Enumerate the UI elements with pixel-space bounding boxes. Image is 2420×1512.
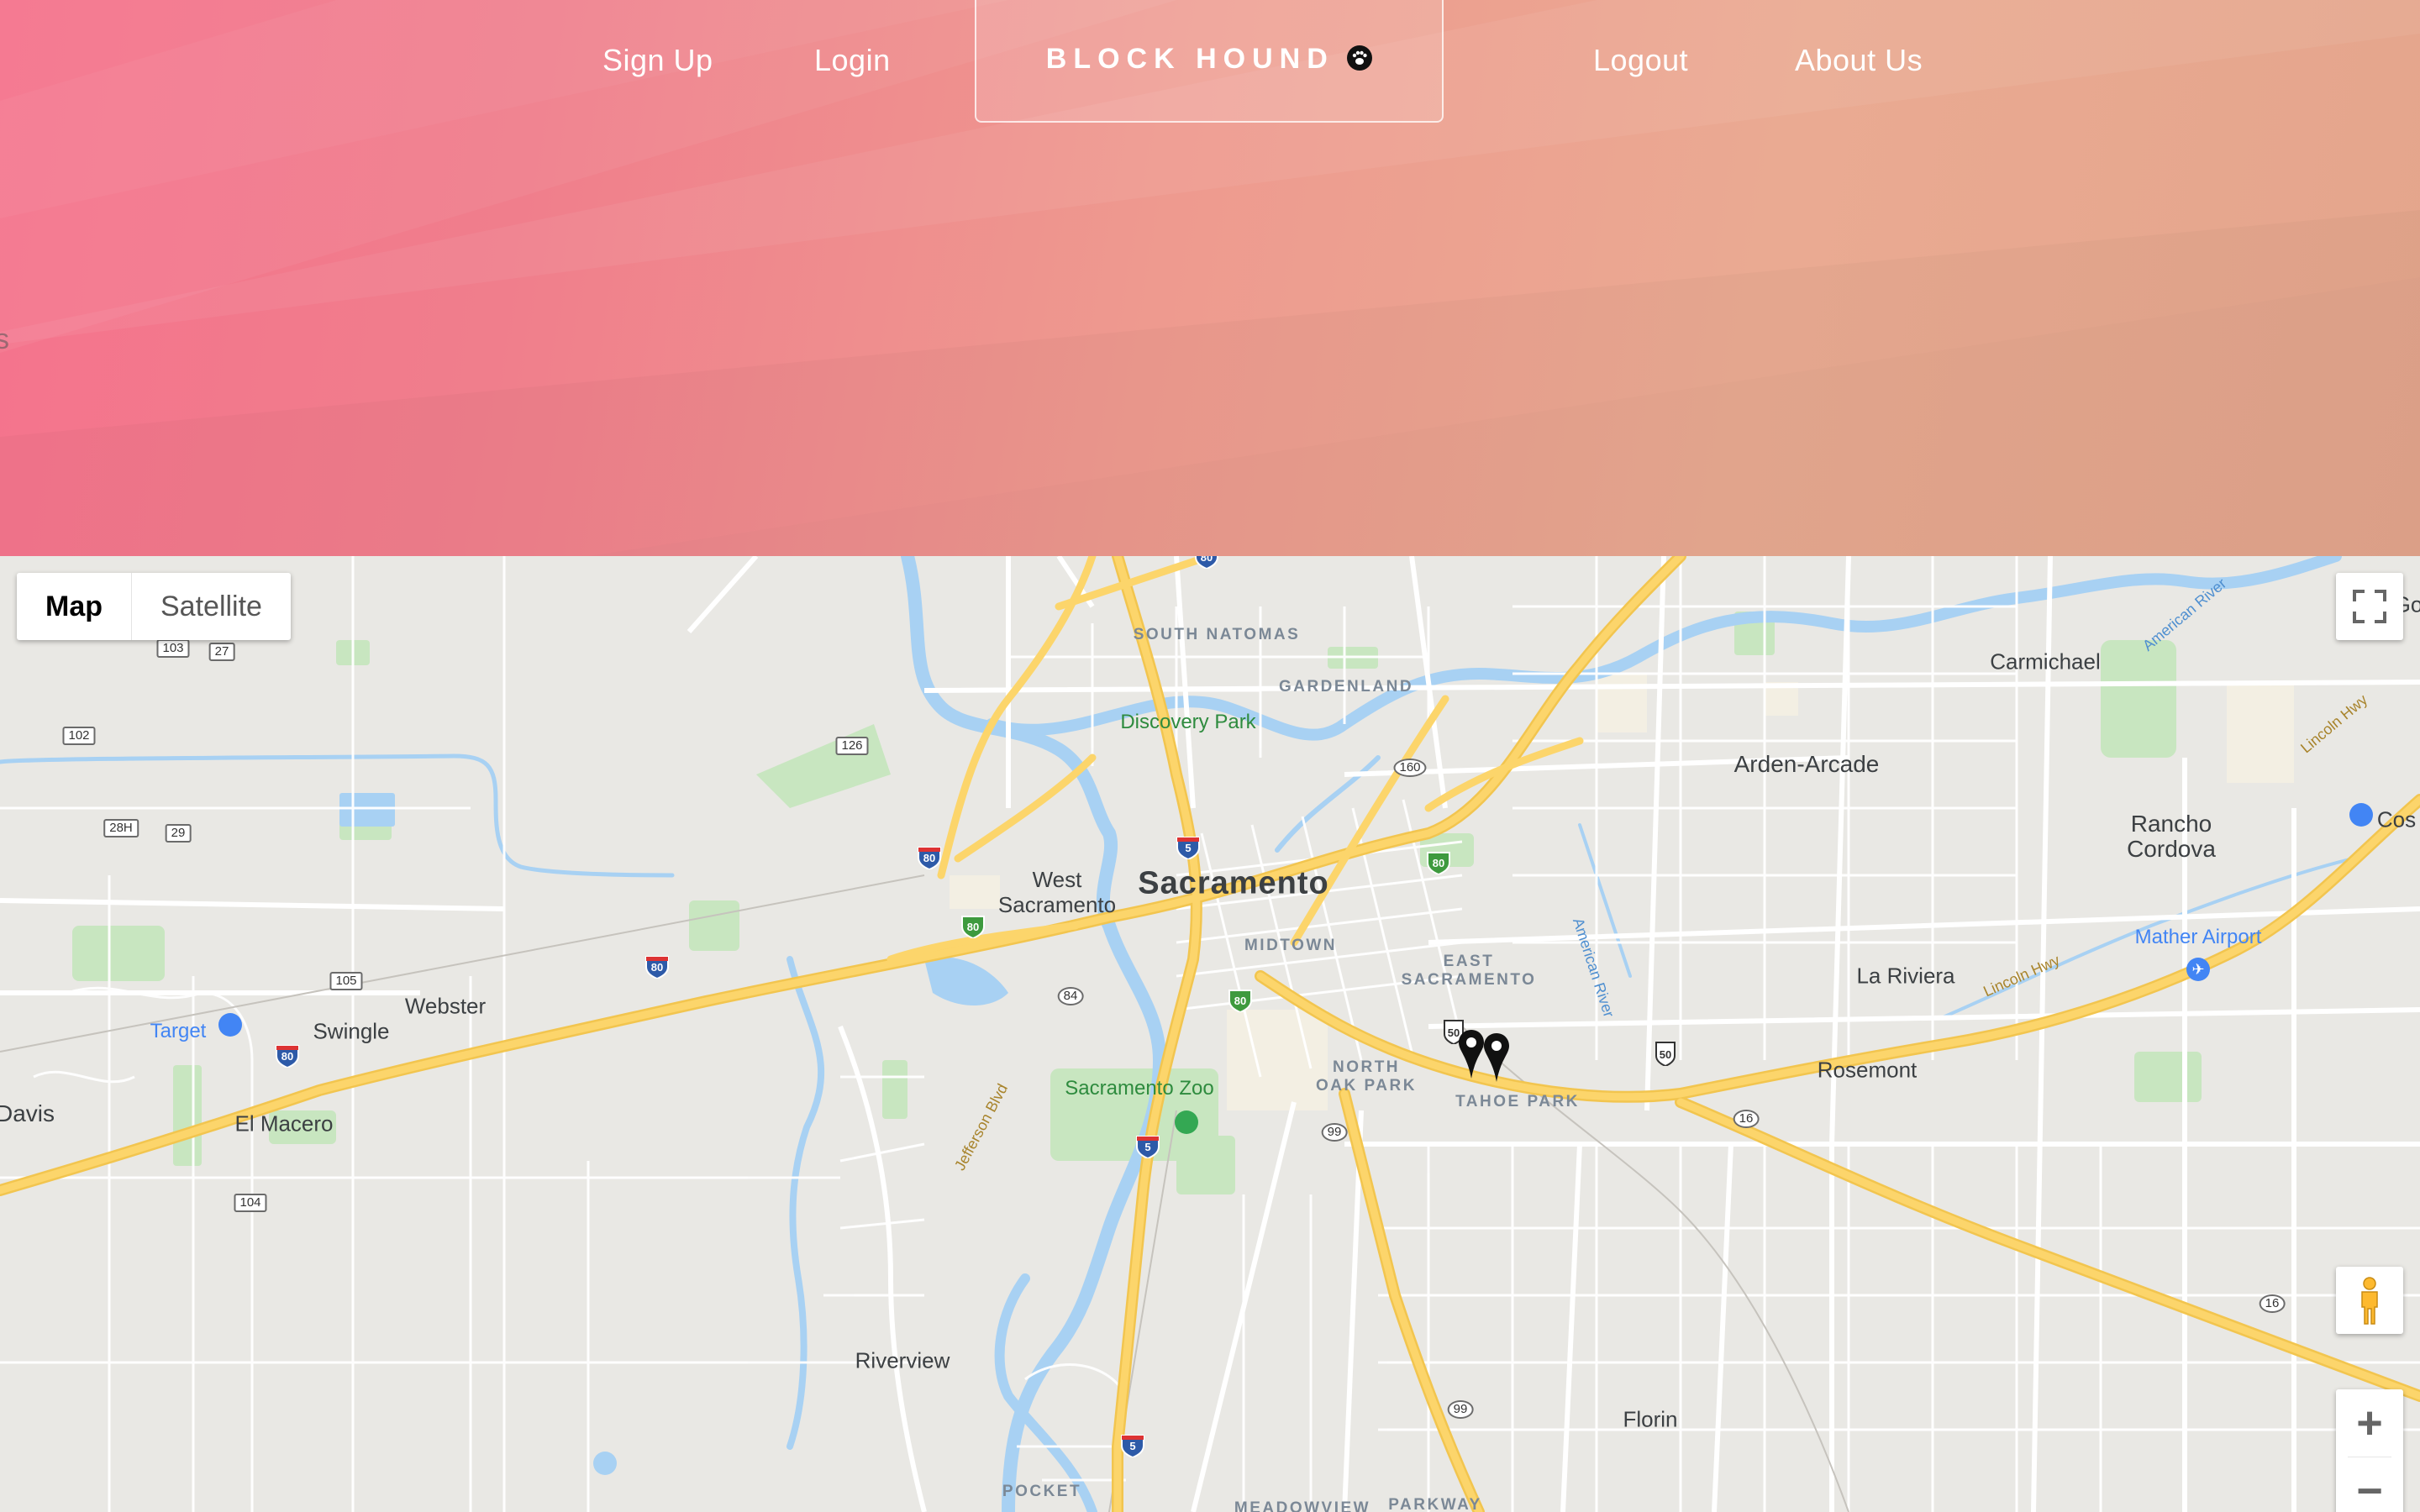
map-label-south-natomas: SOUTH NATOMAS bbox=[1133, 626, 1301, 643]
map-label-midtown: MIDTOWN bbox=[1244, 937, 1338, 954]
interstate-5-shield-south: 5 bbox=[1120, 1432, 1145, 1459]
map-label-east-sacramento: EAST SACRAMENTO bbox=[1401, 953, 1537, 989]
brand-title[interactable]: BLOCK HOUND bbox=[976, 39, 1442, 79]
nav-logout-link[interactable]: Logout bbox=[1593, 39, 1688, 82]
route-99-shield-south: 99 bbox=[1447, 1400, 1474, 1419]
paw-icon bbox=[1347, 45, 1373, 71]
map-label-rosemont: Rosemont bbox=[1817, 1057, 1918, 1083]
map-label-el-macero: El Macero bbox=[234, 1110, 334, 1137]
brand-text: BLOCK HOUND bbox=[1045, 43, 1334, 75]
map-label-gardenland: GARDENLAND bbox=[1278, 678, 1414, 696]
street-view-pegman-button[interactable] bbox=[2336, 1267, 2403, 1334]
interstate-80-shield-top: 80 bbox=[1194, 556, 1219, 570]
map-label-la-riviera: La Riviera bbox=[1856, 963, 1955, 989]
route-126-shield: 126 bbox=[835, 737, 869, 755]
business-80-shield-midtown: 80 bbox=[1228, 987, 1253, 1014]
map-label-target: Target bbox=[150, 1020, 207, 1042]
zoom-control: + − bbox=[2336, 1389, 2403, 1512]
route-28h-shield: 28H bbox=[103, 819, 139, 837]
zoo-paw-icon bbox=[1175, 1110, 1198, 1134]
map-label-davis: Davis bbox=[0, 1100, 55, 1126]
zoom-out-icon[interactable]: − bbox=[2336, 1457, 2403, 1512]
map-label-west-sacramento: West Sacramento bbox=[997, 867, 1117, 917]
map-label-cos: Cos bbox=[2376, 806, 2417, 832]
map-view[interactable]: 103 27 102 28H 29 126 105 104 84 160 99 … bbox=[0, 556, 2420, 1512]
interstate-80-shield-webster: 80 bbox=[644, 953, 670, 980]
hero-clipped-text: s bbox=[0, 323, 9, 355]
map-type-map-button[interactable]: Map bbox=[17, 573, 132, 640]
fullscreen-icon bbox=[2353, 590, 2386, 623]
nav-about-us-link[interactable]: About Us bbox=[1795, 39, 1923, 82]
shopping-bag-icon-east bbox=[2349, 803, 2373, 827]
map-label-parkway: PARKWAY bbox=[1388, 1496, 1482, 1512]
map-label-mather-airport: Mather Airport bbox=[2134, 926, 2262, 948]
map-label-pocket: POCKET bbox=[1002, 1483, 1082, 1500]
fullscreen-button[interactable] bbox=[2336, 573, 2403, 640]
route-105-shield: 105 bbox=[329, 972, 363, 990]
route-16-shield-east: 16 bbox=[1733, 1110, 1760, 1128]
business-80-shield-east: 80 bbox=[1426, 849, 1451, 876]
route-104-shield: 104 bbox=[234, 1194, 267, 1212]
brand-box[interactable]: BLOCK HOUND bbox=[975, 0, 1444, 123]
interstate-80-shield-west-sac: 80 bbox=[917, 844, 942, 871]
airport-icon: ✈ bbox=[2186, 958, 2210, 981]
map-label-florin: Florin bbox=[1623, 1406, 1678, 1432]
map-label-arden-arcade: Arden-Arcade bbox=[1733, 751, 1880, 777]
map-label-meadowview: MEADOWVIEW bbox=[1234, 1499, 1371, 1512]
zoom-in-icon[interactable]: + bbox=[2336, 1389, 2403, 1457]
map-label-tahoe-park: TAHOE PARK bbox=[1455, 1093, 1580, 1110]
interstate-80-shield-swingle: 80 bbox=[275, 1042, 300, 1069]
map-label-swingle: Swingle bbox=[313, 1018, 390, 1044]
map-marker-pin[interactable] bbox=[1482, 1032, 1511, 1084]
map-label-webster: Webster bbox=[404, 993, 487, 1019]
route-27-shield: 27 bbox=[208, 643, 235, 661]
nav-login-link[interactable]: Login bbox=[814, 39, 891, 82]
interstate-5-shield-mid: 5 bbox=[1135, 1133, 1160, 1160]
map-type-control: Map Satellite bbox=[17, 573, 291, 640]
pegman-icon bbox=[2361, 1277, 2378, 1325]
interstate-5-shield-north: 5 bbox=[1176, 834, 1201, 861]
route-102-shield: 102 bbox=[62, 727, 96, 745]
us-50-shield-east: 50 bbox=[1653, 1041, 1678, 1068]
map-type-satellite-button[interactable]: Satellite bbox=[132, 573, 291, 640]
shopping-bag-icon bbox=[218, 1013, 242, 1037]
route-84-shield: 84 bbox=[1057, 987, 1084, 1005]
route-16-shield-far-east: 16 bbox=[2259, 1294, 2286, 1313]
route-160-shield: 160 bbox=[1393, 759, 1427, 777]
route-103-shield: 103 bbox=[156, 639, 190, 658]
route-99-shield-north: 99 bbox=[1321, 1123, 1348, 1142]
nav-sign-up-link[interactable]: Sign Up bbox=[602, 39, 713, 82]
map-label-north-oak-park: NORTH OAK PARK bbox=[1316, 1058, 1417, 1095]
map-label-sacramento: Sacramento bbox=[1138, 865, 1329, 901]
route-29-shield: 29 bbox=[165, 824, 192, 843]
map-label-rancho-cordova: Rancho Cordova bbox=[2127, 811, 2216, 862]
map-label-carmichael: Carmichael bbox=[1990, 648, 2101, 675]
map-label-riverview: Riverview bbox=[855, 1347, 950, 1373]
hero-header: Sign Up Login BLOCK HOUND Logout About U… bbox=[0, 0, 2420, 556]
map-label-sacramento-zoo: Sacramento Zoo bbox=[1065, 1077, 1214, 1100]
map-label-discovery-park: Discovery Park bbox=[1120, 711, 1256, 733]
business-80-shield-west: 80 bbox=[960, 913, 986, 940]
map-marker-pin[interactable] bbox=[1457, 1028, 1486, 1080]
